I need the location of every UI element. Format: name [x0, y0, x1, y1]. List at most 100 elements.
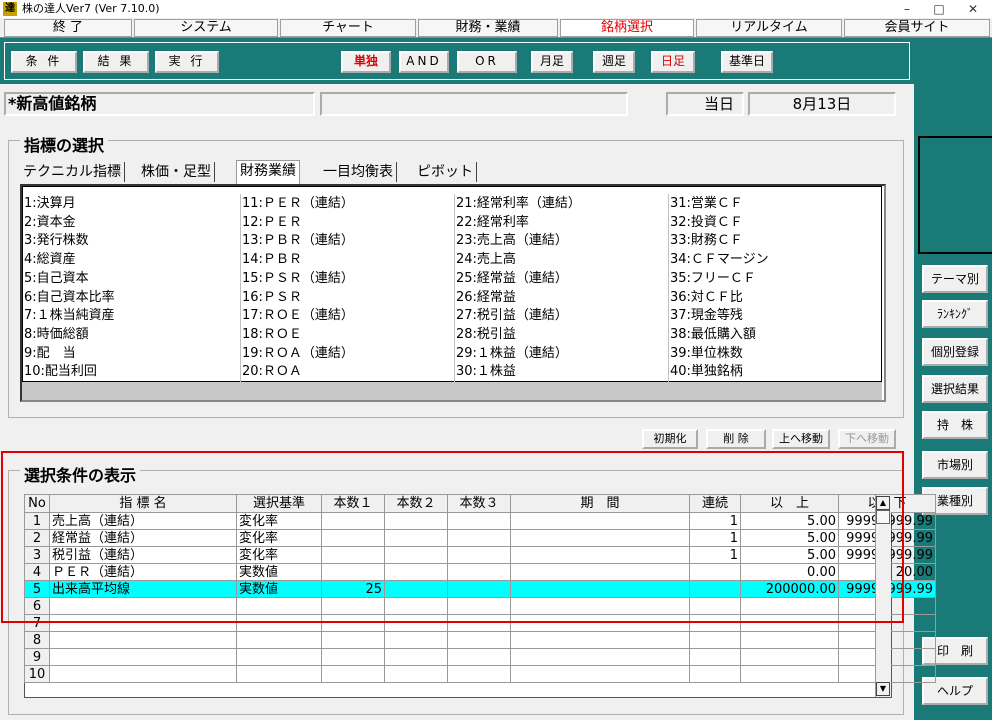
indicator-item[interactable]: 4:総資産 [24, 251, 76, 269]
indicator-item[interactable]: 5:自己資本 [24, 270, 89, 288]
weekly-button[interactable]: 週足 [593, 51, 635, 73]
table-cell[interactable] [740, 631, 839, 649]
table-cell[interactable] [49, 631, 237, 649]
menu-system[interactable]: システム [134, 19, 278, 37]
menu-member-site[interactable]: 会員サイト [844, 19, 990, 37]
run-button[interactable]: 実 行 [155, 51, 219, 73]
menu-realtime[interactable]: リアルタイム [696, 19, 842, 37]
table-cell[interactable]: 10 [24, 665, 50, 683]
indicator-item[interactable]: 16:ＰＳＲ [242, 289, 302, 307]
indicator-item[interactable]: 27:税引益（連結） [456, 307, 568, 325]
indicator-item[interactable]: 39:単位株数 [670, 345, 743, 363]
indicator-item[interactable]: 15:ＰＳＲ（連結） [242, 270, 354, 288]
result-button[interactable]: 結 果 [83, 51, 149, 73]
indicator-item[interactable]: 32:投資ＣＦ [670, 214, 743, 232]
indicator-item[interactable]: 20:ＲＯＡ [242, 363, 302, 381]
indicator-item[interactable]: 10:配当利回 [24, 363, 97, 381]
indicator-item[interactable]: 35:フリーＣＦ [670, 270, 756, 288]
single-button[interactable]: 単独 [341, 51, 391, 73]
table-cell[interactable] [740, 648, 839, 666]
table-cell[interactable] [689, 631, 741, 649]
indicator-item[interactable]: 25:経常益（連結） [456, 270, 568, 288]
indicator-item[interactable]: 40:単独銘柄 [670, 363, 743, 381]
table-cell[interactable] [447, 665, 511, 683]
delete-button[interactable]: 削 除 [706, 429, 766, 449]
indicator-item[interactable]: 22:経常利率 [456, 214, 529, 232]
or-button[interactable]: OR [457, 51, 517, 73]
indicator-item[interactable]: 24:売上高 [456, 251, 516, 269]
scroll-down-icon[interactable]: ▼ [876, 682, 890, 696]
indicator-item[interactable]: 9:配 当 [24, 345, 76, 363]
table-row[interactable]: 8 [24, 631, 936, 649]
indicator-item[interactable]: 31:営業ＣＦ [670, 195, 743, 213]
table-cell[interactable]: 9 [24, 648, 50, 666]
table-cell[interactable] [384, 665, 448, 683]
table-cell[interactable] [689, 665, 741, 683]
indicator-item[interactable]: 26:経常益 [456, 289, 516, 307]
table-cell[interactable] [236, 665, 322, 683]
table-row[interactable]: 9 [24, 648, 936, 666]
indicator-item[interactable]: 28:税引益 [456, 326, 516, 344]
indicator-item[interactable]: 13:ＰＢＲ（連結） [242, 232, 354, 250]
screen-name-field[interactable]: *新高値銘柄 [4, 92, 315, 116]
indicator-item[interactable]: 12:ＰＥＲ [242, 214, 302, 232]
indicator-item[interactable]: 36:対ＣＦ比 [670, 289, 743, 307]
ranking-button[interactable]: ﾗﾝｷﾝｸﾞ [922, 300, 988, 328]
table-cell[interactable] [740, 665, 839, 683]
monthly-button[interactable]: 月足 [531, 51, 573, 73]
indicator-item[interactable]: 11:ＰＥＲ（連結） [242, 195, 354, 213]
tab-ichimoku[interactable]: 一目均衡表 [320, 162, 397, 182]
table-cell[interactable] [384, 631, 448, 649]
table-cell[interactable] [321, 631, 385, 649]
table-cell[interactable] [447, 648, 511, 666]
tab-financial[interactable]: 財務業績 [236, 160, 300, 184]
table-cell[interactable] [236, 631, 322, 649]
base-day-button[interactable]: 基準日 [721, 51, 773, 73]
indicator-item[interactable]: 18:ＲＯＥ [242, 326, 302, 344]
market-button[interactable]: 市場別 [922, 451, 988, 479]
table-cell[interactable] [510, 665, 690, 683]
tab-technical[interactable]: テクニカル指標 [20, 162, 125, 182]
individual-register-button[interactable]: 個別登録 [922, 338, 988, 366]
indicator-item[interactable]: 21:経常利率（連結） [456, 195, 581, 213]
indicator-item[interactable]: 8:時価総額 [24, 326, 89, 344]
move-down-button[interactable]: 下へ移動 [838, 429, 896, 449]
indicator-item[interactable]: 30:１株益 [456, 363, 516, 381]
tab-price-candle[interactable]: 株価・足型 [138, 162, 215, 182]
table-cell[interactable] [384, 648, 448, 666]
menu-exit[interactable]: 終 了 [4, 19, 132, 37]
indicator-item[interactable]: 17:ＲＯＥ（連結） [242, 307, 354, 325]
indicator-item[interactable]: 14:ＰＢＲ [242, 251, 302, 269]
indicator-item[interactable]: 34:ＣＦマージン [670, 251, 769, 269]
table-cell[interactable]: 8 [24, 631, 50, 649]
initialize-button[interactable]: 初期化 [642, 429, 698, 449]
tab-pivot[interactable]: ピボット [414, 162, 477, 182]
move-up-button[interactable]: 上へ移動 [772, 429, 830, 449]
indicator-item[interactable]: 2:資本金 [24, 214, 76, 232]
close-button[interactable]: ✕ [958, 0, 988, 18]
holdings-button[interactable]: 持 株 [922, 411, 988, 439]
indicator-item[interactable]: 6:自己資本比率 [24, 289, 115, 307]
indicator-item[interactable]: 33:財務ＣＦ [670, 232, 743, 250]
maximize-button[interactable]: □ [924, 0, 954, 18]
table-cell[interactable] [321, 648, 385, 666]
indicator-item[interactable]: 7:１株当純資産 [24, 307, 115, 325]
indicator-item[interactable]: 37:現金等残 [670, 307, 743, 325]
table-cell[interactable] [49, 665, 237, 683]
menu-chart[interactable]: チャート [280, 19, 416, 37]
indicator-item[interactable]: 1:決算月 [24, 195, 76, 213]
indicator-item[interactable]: 3:発行株数 [24, 232, 89, 250]
indicator-item[interactable]: 29:１株益（連結） [456, 345, 568, 363]
screen-note-field[interactable] [320, 92, 628, 116]
table-cell[interactable] [510, 631, 690, 649]
indicator-item[interactable]: 23:売上高（連結） [456, 232, 568, 250]
daily-button[interactable]: 日足 [651, 51, 695, 73]
condition-button[interactable]: 条 件 [11, 51, 77, 73]
menu-stock-selection[interactable]: 銘柄選択 [560, 19, 694, 37]
indicator-item[interactable]: 19:ＲＯＡ（連結） [242, 345, 354, 363]
table-cell[interactable] [321, 665, 385, 683]
table-cell[interactable] [510, 648, 690, 666]
menu-financial[interactable]: 財務・業績 [418, 19, 558, 37]
selection-result-button[interactable]: 選択結果 [922, 375, 988, 403]
table-cell[interactable] [49, 648, 237, 666]
